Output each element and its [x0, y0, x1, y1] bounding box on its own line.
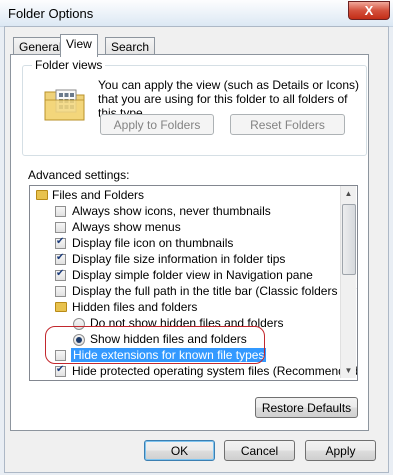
advanced-settings-label: Advanced settings: — [28, 168, 130, 182]
scroll-down-arrow-icon[interactable]: ▼ — [341, 363, 356, 378]
apply-button[interactable]: Apply — [305, 440, 376, 461]
folder-icon — [36, 190, 48, 200]
reset-folders-button[interactable]: Reset Folders — [230, 114, 345, 135]
label-display-file-icon[interactable]: Display file icon on thumbnails — [72, 235, 233, 251]
restore-defaults-button[interactable]: Restore Defaults — [255, 397, 358, 418]
checkbox-display-file-size[interactable] — [55, 252, 66, 265]
checkbox-hide-protected-files[interactable] — [55, 364, 66, 377]
list-scrollbar[interactable]: ▲ ▼ — [340, 186, 356, 378]
folder-options-window: Folder Options X General View Search Fol… — [0, 0, 393, 475]
scroll-up-arrow-icon[interactable]: ▲ — [341, 186, 356, 201]
cancel-button[interactable]: Cancel — [224, 440, 295, 461]
folder-views-label: Folder views — [32, 58, 106, 72]
ok-button[interactable]: OK — [144, 440, 215, 461]
tab-view[interactable]: View — [60, 34, 98, 57]
list-item-hidden-files-and-folders: Hidden files and folders — [72, 300, 198, 314]
list-item-files-and-folders: Files and Folders — [52, 188, 145, 202]
title-bar[interactable]: Folder Options X — [0, 0, 393, 27]
advanced-settings-list[interactable]: Files and Folders Always show icons, nev… — [29, 185, 358, 381]
label-simple-folder-view[interactable]: Display simple folder view in Navigation… — [72, 267, 313, 283]
radio-do-not-show-hidden[interactable] — [73, 318, 85, 330]
checkbox-always-show-menus[interactable] — [55, 222, 66, 233]
label-full-path-title-bar[interactable]: Display the full path in the title bar (… — [72, 283, 357, 299]
label-always-show-icons[interactable]: Always show icons, never thumbnails — [72, 203, 271, 219]
folder-views-icon — [43, 84, 87, 122]
checkbox-hide-extensions[interactable] — [55, 350, 66, 361]
apply-to-folders-button[interactable]: Apply to Folders — [100, 114, 214, 135]
checkbox-simple-folder-view[interactable] — [55, 268, 66, 281]
close-button[interactable]: X — [348, 1, 390, 20]
label-display-file-size[interactable]: Display file size information in folder … — [72, 251, 285, 267]
label-hide-protected-files[interactable]: Hide protected operating system files (R… — [72, 363, 357, 379]
radio-show-hidden[interactable] — [73, 334, 85, 346]
label-hide-extensions[interactable]: Hide extensions for known file types — [71, 347, 267, 363]
label-do-not-show-hidden[interactable]: Do not show hidden files and folders — [90, 315, 283, 331]
checkbox-full-path-title-bar[interactable] — [55, 286, 66, 297]
checkbox-display-file-icon[interactable] — [55, 236, 66, 249]
label-always-show-menus[interactable]: Always show menus — [72, 219, 181, 235]
checkbox-always-show-icons[interactable] — [55, 206, 66, 217]
label-show-hidden[interactable]: Show hidden files and folders — [90, 331, 247, 347]
folder-icon — [55, 302, 67, 312]
scroll-thumb[interactable] — [342, 204, 356, 275]
window-title: Folder Options — [8, 6, 94, 21]
